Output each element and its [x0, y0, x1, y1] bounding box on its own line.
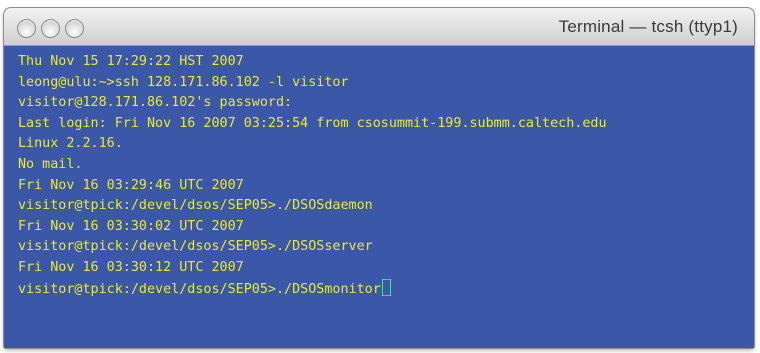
terminal-line: Linux 2.2.16.	[18, 136, 123, 152]
text-cursor	[381, 278, 391, 296]
close-button[interactable]	[17, 19, 36, 38]
terminal-line: Fri Nov 16 03:29:46 UTC 2007	[18, 177, 244, 193]
terminal-line: visitor@tpick:/devel/dsos/SEP05>./DSOSse…	[18, 239, 373, 255]
terminal-line: No mail.	[18, 156, 83, 172]
window-title: Terminal — tcsh (ttyp1)	[558, 17, 738, 36]
zoom-button[interactable]	[65, 19, 84, 38]
minimize-button[interactable]	[41, 19, 60, 38]
terminal-line: Fri Nov 16 03:30:12 UTC 2007	[18, 259, 244, 275]
terminal-line: visitor@128.171.86.102's password:	[18, 95, 293, 111]
title-bar[interactable]: Terminal — tcsh (ttyp1)	[4, 8, 754, 46]
terminal-line: Last login: Fri Nov 16 2007 03:25:54 fro…	[18, 115, 607, 131]
terminal-line: Fri Nov 16 03:30:02 UTC 2007	[18, 218, 244, 234]
terminal-window: Terminal — tcsh (ttyp1) Thu Nov 15 17:29…	[4, 8, 754, 348]
terminal-output[interactable]: Thu Nov 15 17:29:22 HST 2007 leong@ulu:~…	[4, 46, 754, 348]
terminal-line: Thu Nov 15 17:29:22 HST 2007	[18, 54, 244, 69]
terminal-prompt-line[interactable]: visitor@tpick:/devel/dsos/SEP05>./DSOSmo…	[18, 278, 754, 300]
terminal-line: visitor@tpick:/devel/dsos/SEP05>./DSOSda…	[18, 198, 373, 214]
terminal-line: leong@ulu:~>ssh 128.171.86.102 -l visito…	[18, 74, 349, 90]
